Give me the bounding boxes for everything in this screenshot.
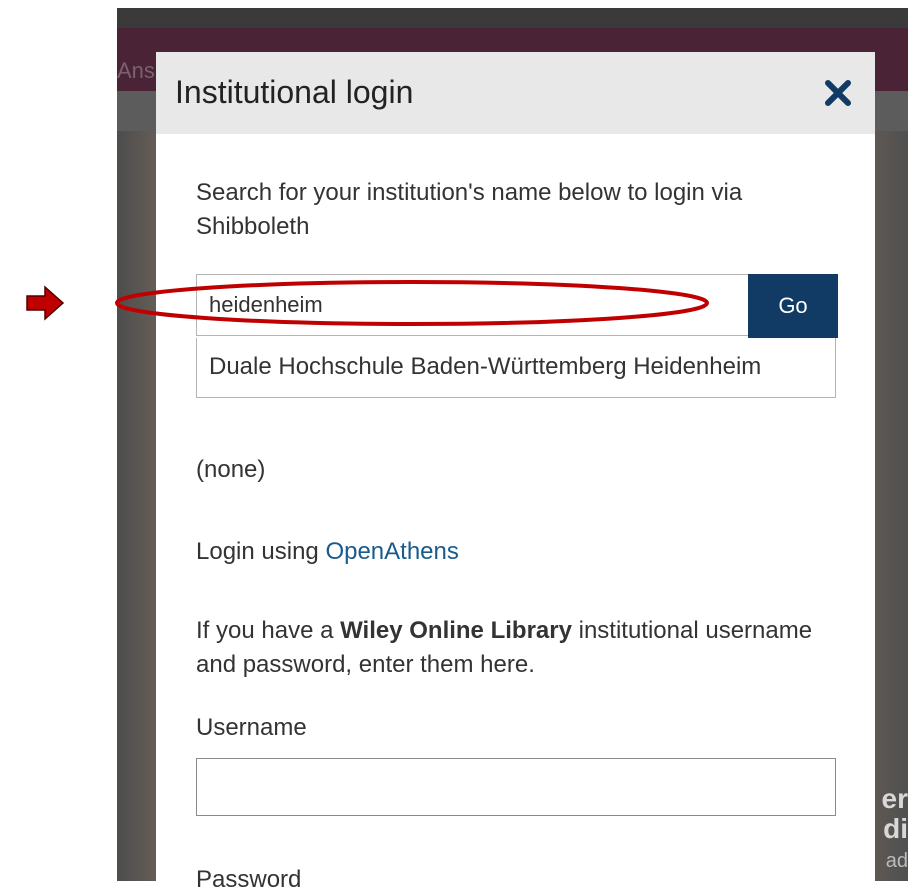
background-partial-text: Ans <box>117 58 155 83</box>
highlight-ellipse <box>115 280 709 326</box>
go-button[interactable]: Go <box>748 274 838 338</box>
arrow-right-icon <box>26 285 65 321</box>
modal-title: Institutional login <box>175 74 414 110</box>
institutional-login-modal: Institutional login Search for your inst… <box>156 52 875 893</box>
modal-header: Institutional login <box>156 52 875 134</box>
password-label: Password <box>196 866 302 893</box>
none-option: (none) <box>196 456 266 483</box>
openathens-link[interactable]: OpenAthens <box>325 538 458 565</box>
suggestion-item[interactable]: Duale Hochschule Baden-Württemberg Heide… <box>196 338 836 398</box>
modal-body: Search for your institution's name below… <box>196 176 838 893</box>
background-text-1: er <box>881 783 908 814</box>
wiley-prefix: If you have a <box>196 617 341 644</box>
close-button[interactable] <box>823 78 853 108</box>
username-field[interactable] <box>196 758 836 816</box>
openathens-row: Login using OpenAthens <box>196 538 459 566</box>
close-icon <box>825 80 851 106</box>
background-text-2: di <box>883 813 908 844</box>
intro-text: Search for your institution's name below… <box>196 179 743 240</box>
wiley-brand: Wiley Online Library <box>340 617 572 644</box>
username-label: Username <box>196 714 307 741</box>
wiley-instructions: If you have a Wiley Online Library insti… <box>196 614 836 682</box>
openathens-prefix: Login using <box>196 538 326 565</box>
background-text-3: ad <box>885 850 908 872</box>
